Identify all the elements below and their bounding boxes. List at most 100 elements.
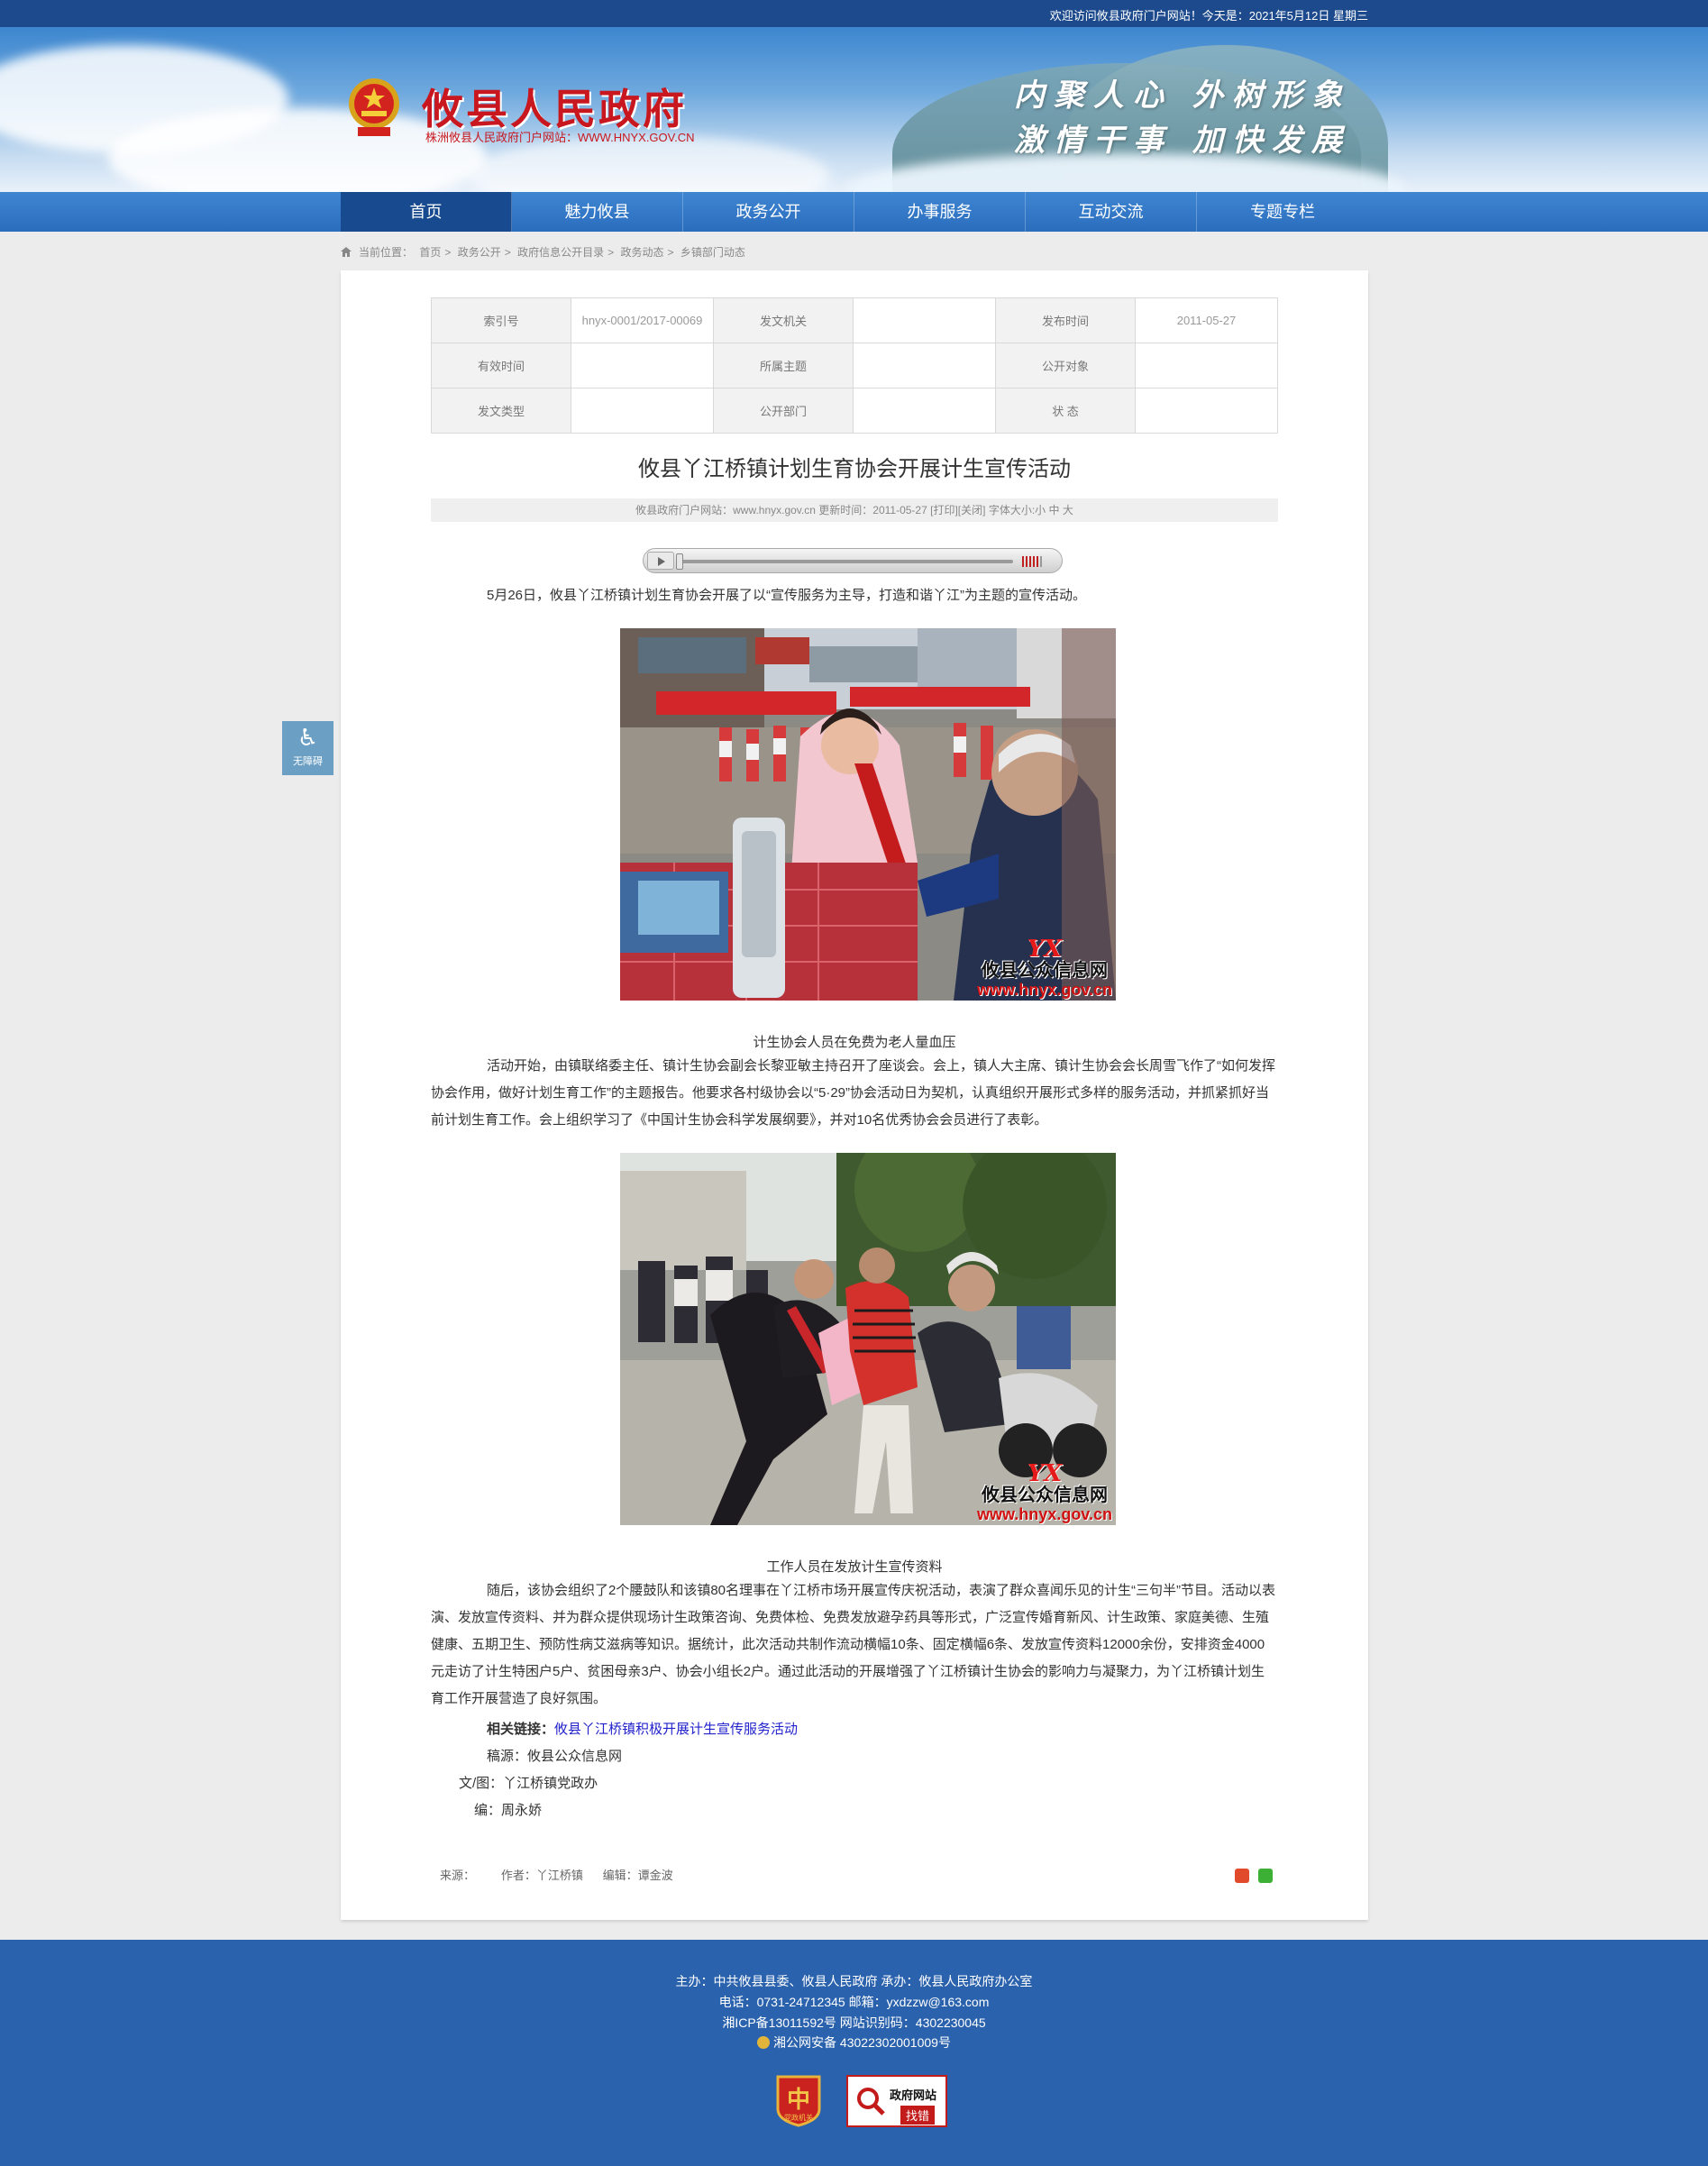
footer-contact: 电话：0731-24712345 邮箱：yxdzzw@163.com [718,1995,990,2009]
meta-label: 所属主题 [713,343,854,388]
svg-text:中: 中 [787,2087,810,2114]
volume-icon[interactable] [1022,556,1049,567]
font-large-button[interactable]: 大 [1063,504,1073,516]
main-nav: 首页 魅力攸县 政务公开 办事服务 互动交流 专题专栏 [0,192,1708,232]
meta-value [853,297,996,343]
meta-value [1135,388,1278,434]
author-line: 文/图：丫江桥镇党政办 [459,1776,598,1791]
font-medium-button[interactable]: 中 [1049,504,1060,516]
footer-icp: 湘ICP备13011592号 网站识别码：4302230045 [722,2015,986,2030]
magnifier-icon [857,2088,885,2116]
meta-editor: 编辑：谭金波 [602,1869,673,1882]
print-link[interactable]: [打印] [930,504,958,516]
breadcrumb-item[interactable]: 乡镇部门动态 [680,246,745,259]
meta-label: 有效时间 [431,343,571,388]
meta-label: 发文机关 [713,297,854,343]
badge1-label: 党政机关 [784,2114,813,2122]
table-row: 索引号 hnyx-0001/2017-00069 发文机关 发布时间 2011-… [431,297,1278,343]
watermark: YX 攸县公众信息网 www.hnyx.gov.cn [977,1462,1112,1523]
source-site: 攸县政府门户网站：www.hnyx.gov.cn [635,504,816,516]
seek-track[interactable] [680,560,1013,563]
meta-value [571,388,714,434]
photo-blood-pressure: YX 攸县公众信息网 www.hnyx.gov.cn [620,628,1116,1001]
nav-item-charm[interactable]: 魅力攸县 [512,192,683,232]
national-emblem-icon [349,78,399,136]
photo-distributing-materials: YX 攸县公众信息网 www.hnyx.gov.cn [620,1153,1116,1525]
source-line: 稿源：攸县公众信息网 [487,1749,623,1764]
watermark: YX 攸县公众信息网 www.hnyx.gov.cn [977,937,1112,999]
site-footer: 主办：中共攸县县委、攸县人民政府 承办：攸县人民政府办公室 电话：0731-24… [0,1940,1708,2166]
play-button[interactable] [647,552,674,570]
watermark-logo: YX [1027,936,1063,963]
police-record-text: 湘公网安备 43022302001009号 [773,2035,951,2050]
metadata-table: 索引号 hnyx-0001/2017-00069 发文机关 发布时间 2011-… [431,297,1278,434]
audio-player [643,548,1063,573]
breadcrumb-prefix: 当前位置： [359,246,414,259]
nav-item-services[interactable]: 办事服务 [854,192,1026,232]
meta-value [1135,343,1278,388]
meta-value: hnyx-0001/2017-00069 [571,297,714,343]
breadcrumb-separator: > [607,246,615,259]
related-article-link[interactable]: 攸县丫江桥镇积极开展计生宣传服务活动 [554,1722,798,1737]
nav-item-gov-affairs[interactable]: 政务公开 [683,192,854,232]
breadcrumb-item[interactable]: 政务公开 [458,246,501,259]
related-label: 相关链接： [487,1722,555,1737]
photo-caption-1: 计生协会人员在免费为老人量血压 [753,1035,956,1050]
breadcrumb-separator: > [667,246,674,259]
breadcrumb-item[interactable]: 首页 [419,246,441,259]
breadcrumb-item[interactable]: 政务动态 [620,246,663,259]
meta-value [853,388,996,434]
breadcrumb: 当前位置： 首页 > 政务公开 > 政府信息公开目录 > 政务动态 > 乡镇部门动态 [341,244,749,260]
body-paragraph-1: 活动开始，由镇联络委主任、镇计生协会副会长黎亚敏主持召开了座谈会。会上，镇人大主… [431,1058,1276,1128]
home-icon [341,247,352,257]
watermark-url: www.hnyx.gov.cn [976,1505,1112,1523]
close-link[interactable]: [关闭] [958,504,986,516]
accessibility-label: 无障碍 [293,756,323,767]
font-small-button[interactable]: 小 [1035,504,1046,516]
breadcrumb-item[interactable]: 政府信息公开目录 [517,246,604,259]
table-row: 有效时间 所属主题 公开对象 [431,343,1278,388]
meta-label: 发文类型 [431,388,571,434]
meta-author: 作者：丫江桥镇 [500,1869,583,1882]
wechat-share-icon[interactable] [1258,1869,1273,1883]
welcome-text: 欢迎访问攸县政府门户网站！今天是：2021年5月12日 星期三 [1049,9,1368,23]
meta-label: 发布时间 [995,297,1136,343]
meta-label: 索引号 [431,297,571,343]
wheelchair-icon: ♿ [297,724,319,751]
intro-paragraph: 5月26日，攸县丫江桥镇计划生育协会开展了以“宣传服务为主导，打造和谐丫江”为主… [487,588,1087,603]
meta-source: 来源： [440,1869,476,1882]
weibo-share-icon[interactable] [1235,1869,1249,1883]
meta-label: 公开对象 [995,343,1136,388]
footer-police-record: 湘公网安备 43022302001009号 [0,2033,1708,2052]
body-paragraph-2: 随后，该协会组织了2个腰鼓队和该镇80名理事在丫江桥市场开展宣传庆祝活动，表演了… [431,1583,1276,1706]
watermark-logo: YX [1027,1460,1063,1487]
badge2-action: 找错 [900,2106,936,2125]
police-badge-icon [757,2036,771,2049]
slogan-line-1: 内聚人心 外树形象 [1014,78,1351,114]
editor-line: 编：周永娇 [474,1803,543,1818]
watermark-text: 攸县公众信息网 [981,1485,1108,1505]
meta-label: 公开部门 [713,388,854,434]
footer-sponsor: 主办：中共攸县县委、攸县人民政府 承办：攸县人民政府办公室 [675,1974,1033,1988]
site-subtitle: 株洲攸县人民政府门户网站：WWW.HNYX.GOV.CN [425,131,695,144]
slogan-line-2: 激情干事 加快发展 [1014,123,1351,159]
accessibility-button[interactable]: ♿ 无障碍 [282,721,333,775]
breadcrumb-separator: > [444,246,452,259]
report-error-badge[interactable]: 政府网站 找错 [846,2075,947,2127]
top-bar: 欢迎访问攸县政府门户网站！今天是：2021年5月12日 星期三 [0,0,1708,27]
article-title: 攸县丫江桥镇计划生育协会开展计生宣传活动 [638,457,1071,481]
header-banner: 攸县人民政府 株洲攸县人民政府门户网站：WWW.HNYX.GOV.CN 内聚人心… [0,27,1708,192]
article-card: 索引号 hnyx-0001/2017-00069 发文机关 发布时间 2011-… [341,270,1368,1920]
nav-item-home[interactable]: 首页 [341,192,512,232]
article-info-bar: 攸县政府门户网站：www.hnyx.gov.cn 更新时间：2011-05-27… [431,498,1278,522]
update-time: 更新时间：2011-05-27 [818,504,927,516]
watermark-url: www.hnyx.gov.cn [976,981,1112,999]
font-size-label: 字体大小: [988,504,1036,516]
photo-caption-2: 工作人员在发放计生宣传资料 [766,1559,943,1575]
nav-item-special-topics[interactable]: 专题专栏 [1197,192,1368,232]
table-row: 发文类型 公开部门 状 态 [431,388,1278,434]
nav-item-interaction[interactable]: 互动交流 [1026,192,1197,232]
seek-handle[interactable] [676,553,683,570]
meta-value [571,343,714,388]
breadcrumb-separator: > [504,246,511,259]
